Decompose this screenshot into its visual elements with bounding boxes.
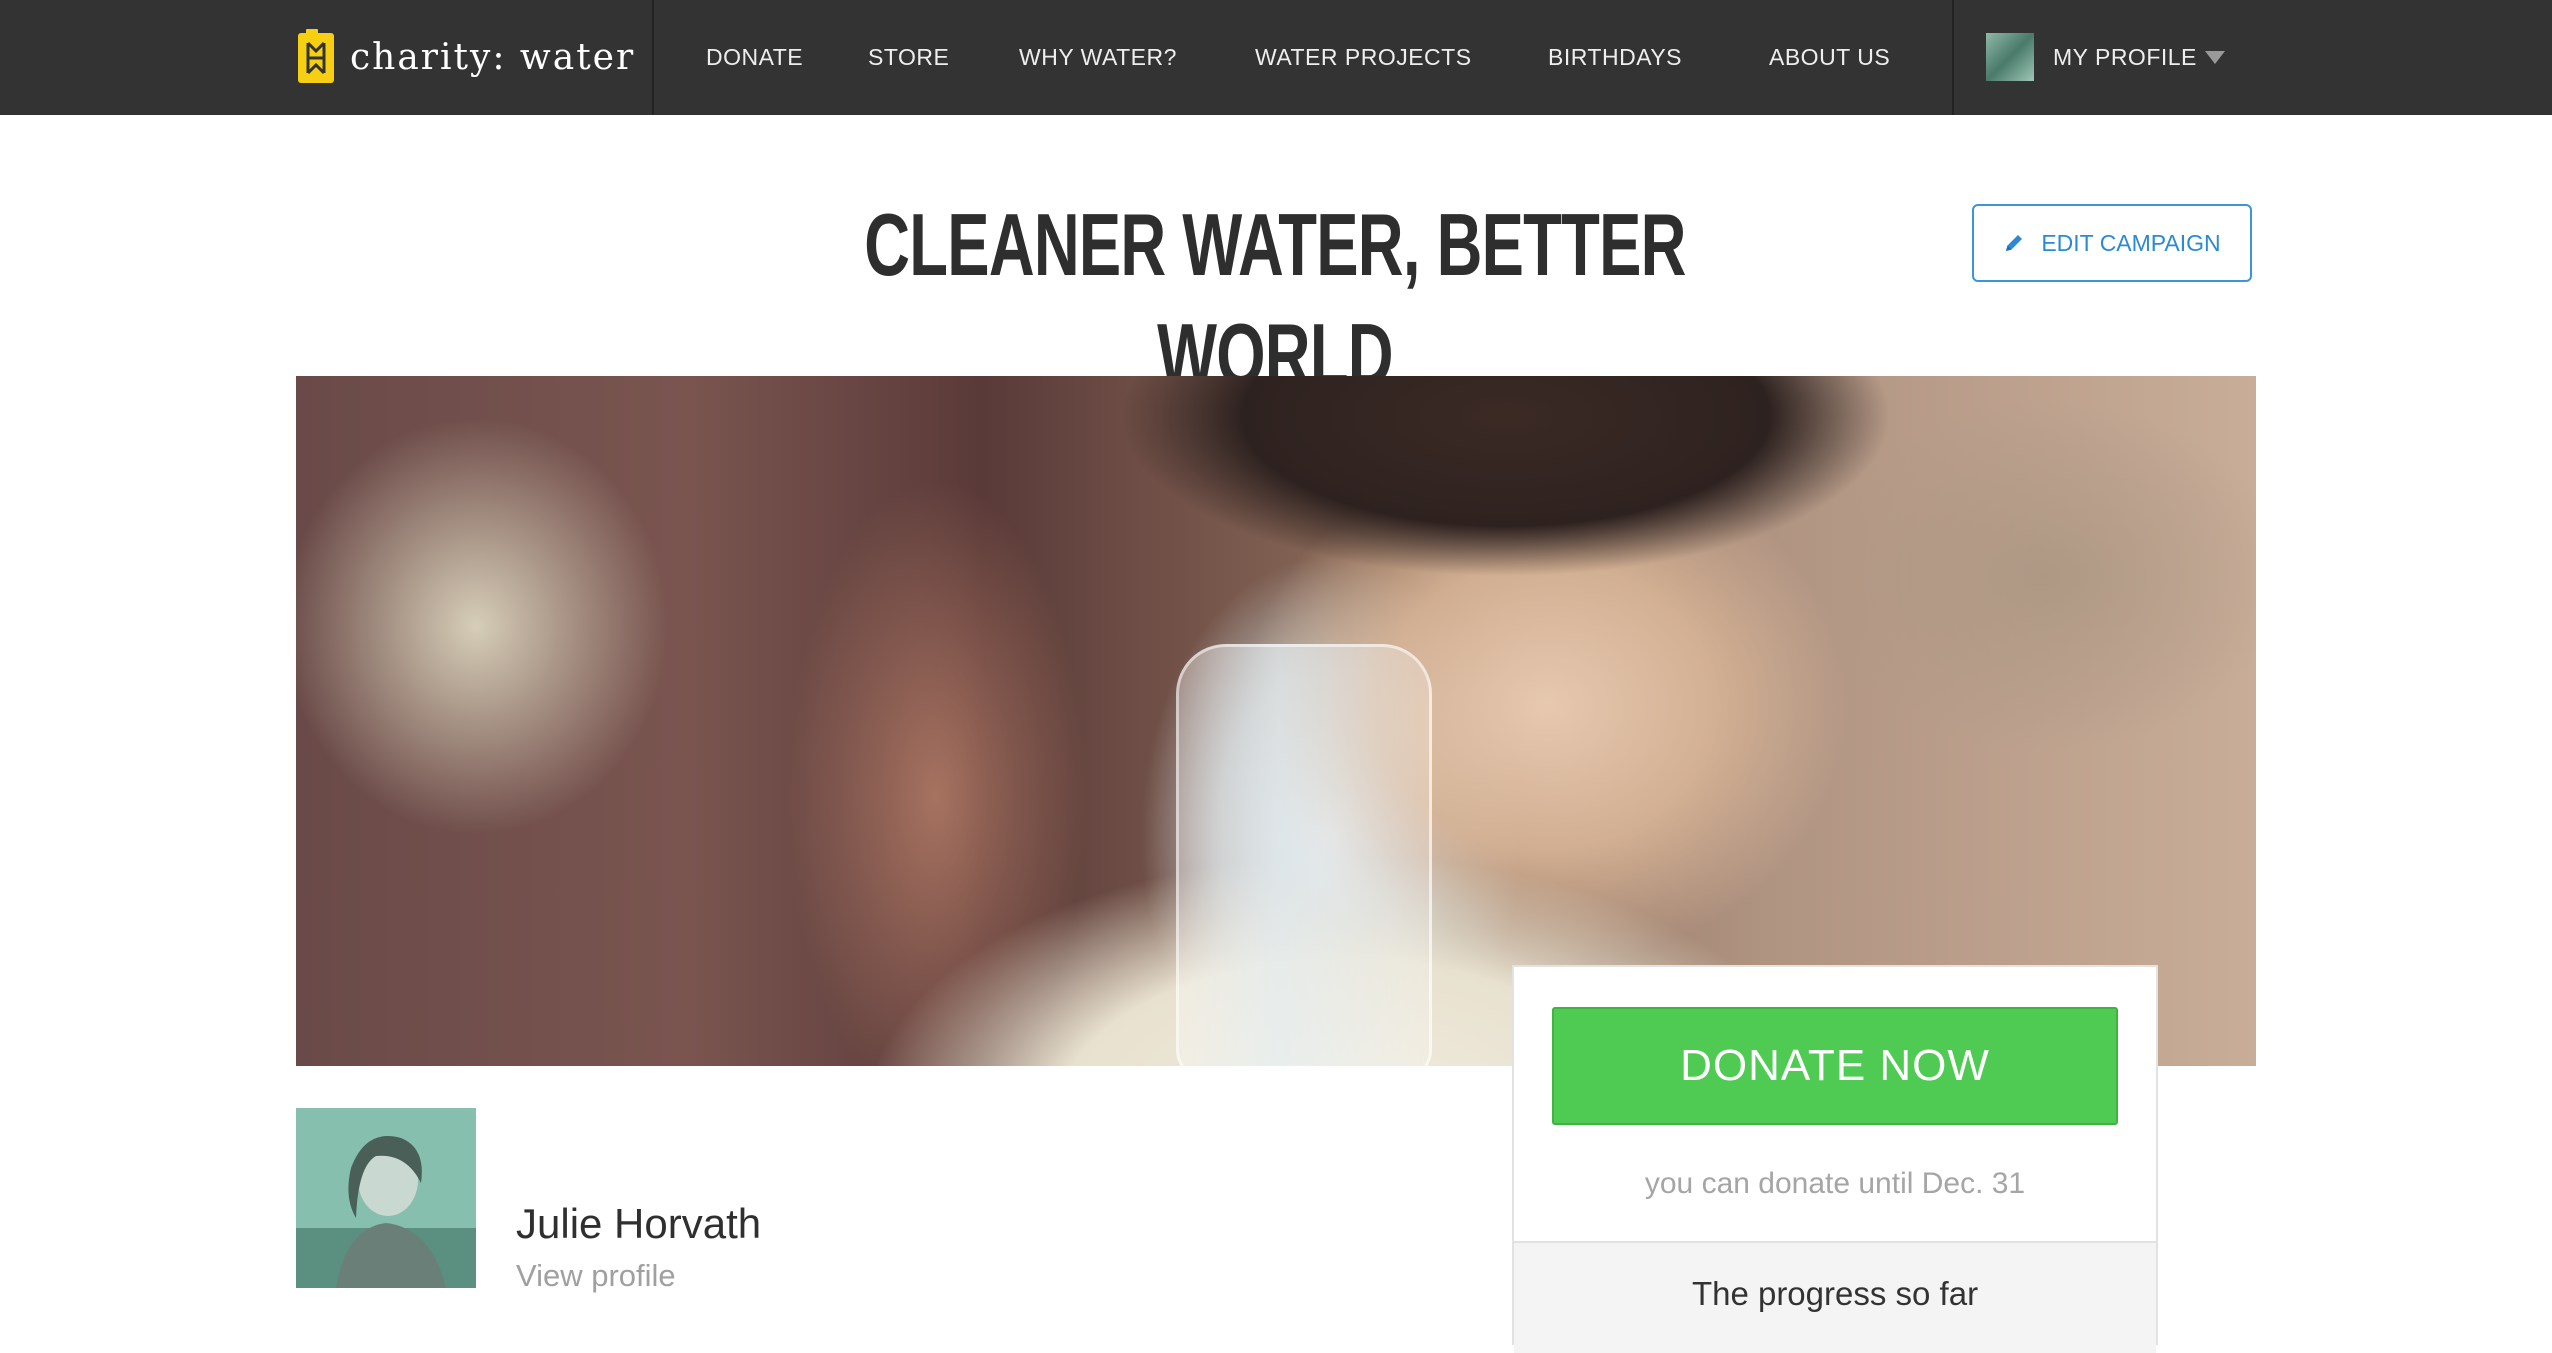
top-navigation-bar: charity: water DONATE STORE WHY WATER? W… (0, 0, 2552, 115)
nav-item-water-projects[interactable]: WATER PROJECTS (1255, 0, 1472, 115)
campaign-owner-name: Julie Horvath (516, 1200, 762, 1247)
nav-divider (1952, 0, 1954, 115)
brand-name: charity: water (350, 36, 636, 78)
progress-section: The progress so far (1514, 1241, 2156, 1353)
campaign-owner-avatar[interactable] (296, 1108, 476, 1288)
nav-item-donate[interactable]: DONATE (706, 0, 803, 115)
my-profile-menu[interactable]: MY PROFILE (2053, 0, 2197, 115)
owner-portrait (296, 1108, 476, 1288)
donate-panel: DONATE NOW you can donate until Dec. 31 … (1512, 965, 2158, 1353)
hero-image-detail (1176, 644, 1432, 1066)
nav-item-store[interactable]: STORE (868, 0, 949, 115)
donate-deadline-note: you can donate until Dec. 31 (1644, 1167, 2026, 1200)
edit-campaign-label: EDIT CAMPAIGN (2041, 229, 2221, 256)
nav-divider (652, 0, 654, 115)
nav-item-birthdays[interactable]: BIRTHDAYS (1548, 0, 1682, 115)
donate-now-button[interactable]: DONATE NOW (1552, 1007, 2118, 1125)
hero-image-detail (1056, 376, 1956, 596)
campaign-hero-image (296, 376, 2256, 1066)
campaign-title: CLEANER WATER, BETTER WORLD (864, 195, 1686, 404)
nav-item-why-water[interactable]: WHY WATER? (1019, 0, 1177, 115)
profile-avatar[interactable] (1986, 33, 2034, 81)
view-profile-link[interactable]: View profile (516, 1258, 676, 1294)
pencil-icon (2006, 235, 2023, 251)
progress-title: The progress so far (1691, 1275, 1979, 1312)
edit-campaign-button[interactable]: EDIT CAMPAIGN (1972, 204, 2252, 282)
jerry-can-icon (298, 29, 334, 83)
nav-item-about-us[interactable]: ABOUT US (1769, 0, 1890, 115)
charity-water-logo[interactable]: charity: water (296, 29, 635, 85)
chevron-down-icon[interactable] (2205, 51, 2225, 64)
